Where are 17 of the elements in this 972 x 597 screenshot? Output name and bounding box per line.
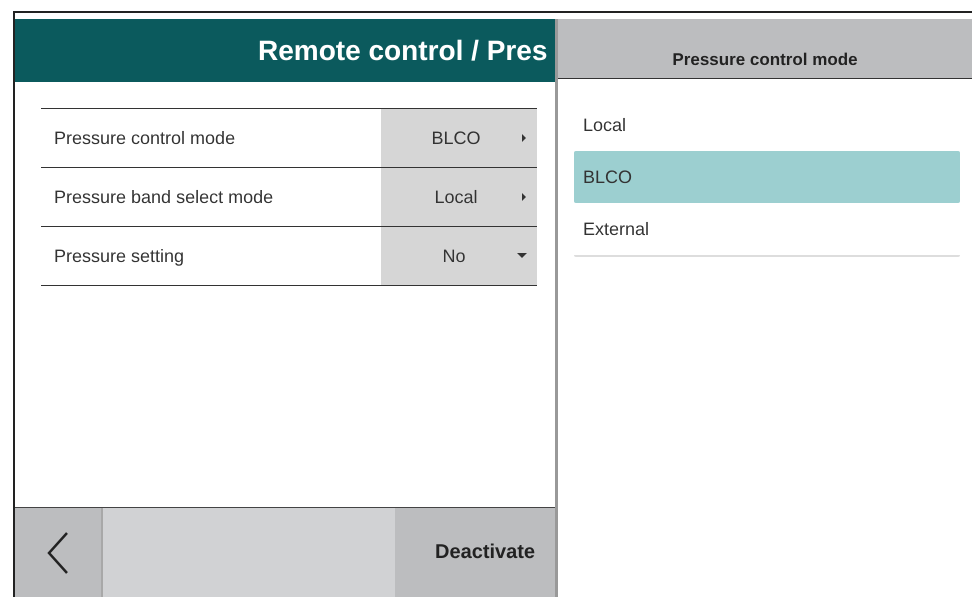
option-item[interactable]: BLCO <box>574 151 960 203</box>
caret-down-icon <box>517 253 527 259</box>
picker-title: Pressure control mode <box>672 50 858 70</box>
screen-title: Remote control / Pres <box>257 34 548 66</box>
setting-label: Pressure setting <box>53 244 186 268</box>
setting-label: Pressure control mode <box>53 126 236 150</box>
deactivate-button[interactable]: Deactivate <box>395 508 555 597</box>
option-item[interactable]: Local <box>574 99 960 151</box>
setting-value-button[interactable]: Local <box>381 168 537 226</box>
caret-right-icon <box>521 134 527 142</box>
setting-value-button[interactable]: No <box>381 227 537 285</box>
setting-label: Pressure band select mode <box>53 186 274 208</box>
caret-right-icon <box>521 193 527 201</box>
chevron-left-icon <box>45 530 71 574</box>
setting-value-button[interactable]: BLCO <box>381 109 537 167</box>
back-button[interactable] <box>15 508 103 597</box>
option-item[interactable]: External <box>574 203 960 257</box>
